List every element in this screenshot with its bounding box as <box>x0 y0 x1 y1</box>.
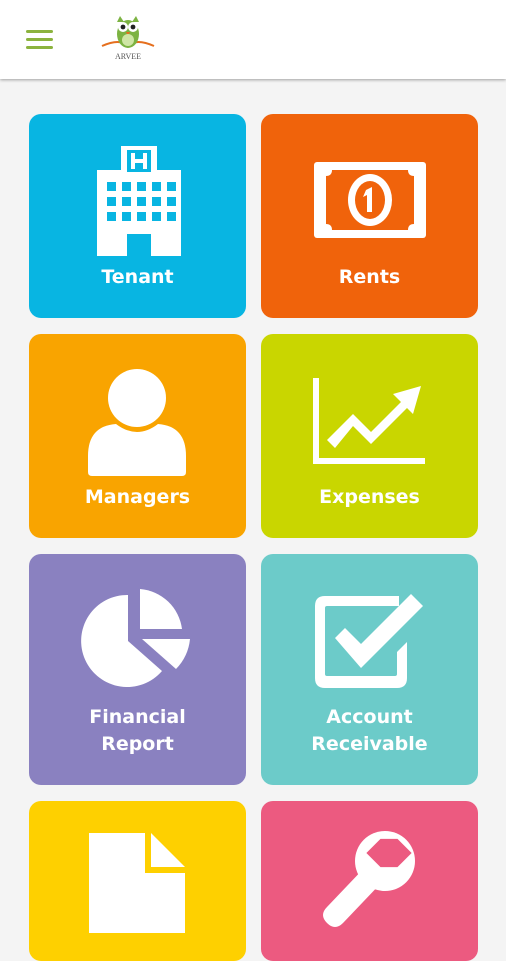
managers-tile[interactable]: Managers <box>29 334 246 538</box>
document-icon <box>89 833 185 933</box>
hamburger-menu-icon[interactable] <box>22 24 58 56</box>
account-receivable-tile[interactable]: Account Receivable <box>261 554 478 785</box>
document-tile[interactable] <box>29 801 246 961</box>
pie-chart-icon <box>81 589 190 687</box>
rents-tile[interactable]: Rents <box>261 114 478 318</box>
banknote-icon <box>314 162 426 238</box>
tenant-tile[interactable]: Tenant <box>29 114 246 318</box>
financial-report-label-line1: Financial <box>89 706 186 728</box>
trending-chart-icon <box>313 378 425 464</box>
account-receivable-label-line1: Account <box>326 706 413 728</box>
dashboard-grid: Tenant Rents Managers Expenses Financial… <box>0 0 506 961</box>
tenant-label: Tenant <box>101 266 174 288</box>
arvee-logo: ARVEE <box>100 12 156 66</box>
tools-tile[interactable] <box>261 801 478 961</box>
financial-report-tile[interactable]: Financial Report <box>29 554 246 785</box>
person-icon <box>88 369 186 476</box>
expenses-tile[interactable]: Expenses <box>261 334 478 538</box>
app-bar: ARVEE <box>0 0 506 79</box>
rents-label: Rents <box>338 266 401 288</box>
hotel-building-icon <box>97 146 181 256</box>
financial-report-label-line2: Report <box>101 733 174 755</box>
expenses-label: Expenses <box>319 486 420 508</box>
managers-label: Managers <box>84 486 191 508</box>
owl-logo-icon: ARVEE <box>101 16 155 61</box>
checkbox-icon <box>315 594 423 688</box>
wrench-icon <box>323 831 415 927</box>
account-receivable-label-line2: Receivable <box>311 733 428 755</box>
logo-wordmark: ARVEE <box>115 52 141 61</box>
